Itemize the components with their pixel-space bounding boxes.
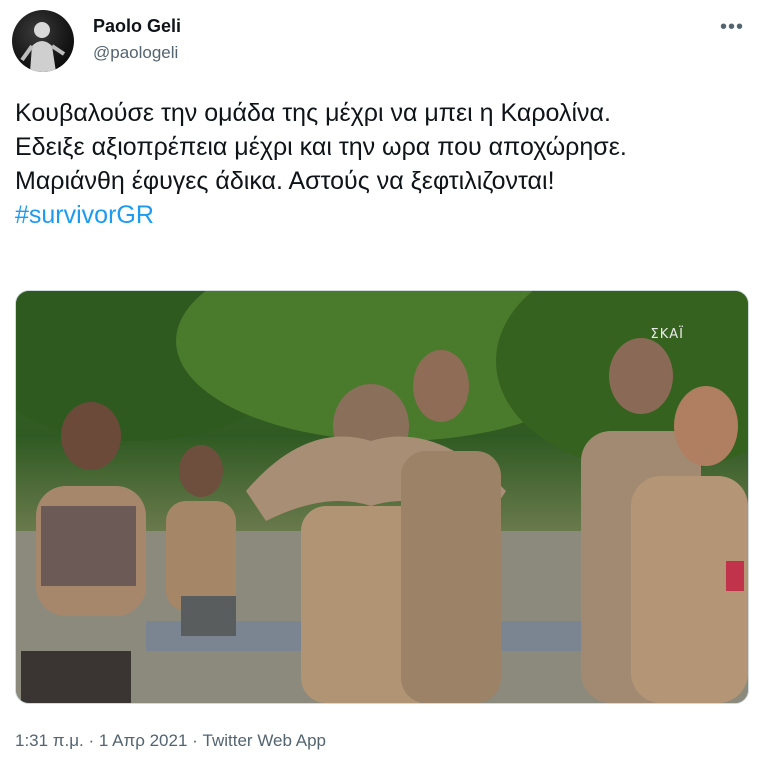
tweet-line: Κουβαλούσε την ομάδα της μέχρι να μπει η… bbox=[15, 99, 611, 127]
channel-watermark: ΣΚΑΪ bbox=[650, 327, 684, 342]
avatar-figure bbox=[20, 22, 66, 72]
meta-separator: · bbox=[187, 731, 203, 750]
tweet-line: Εδειξε αξιοπρέπεια μέχρι και την ωρα που… bbox=[15, 133, 627, 161]
author-name[interactable]: Paolo Geli bbox=[93, 16, 181, 37]
tweet-image[interactable]: ΣΚΑΪ bbox=[15, 290, 749, 704]
author-handle[interactable]: @paologeli bbox=[93, 43, 178, 63]
tweet-timestamp-time[interactable]: 1:31 π.μ. bbox=[15, 731, 84, 750]
avatar[interactable] bbox=[12, 10, 74, 72]
tweet-text: Κουβαλούσε την ομάδα της μέχρι να μπει η… bbox=[15, 96, 750, 232]
tweet-timestamp-date[interactable]: 1 Απρ 2021 bbox=[99, 731, 188, 750]
tweet-line: Μαριάνθη έφυγες άδικα. Αστούς να ξεφτιλι… bbox=[15, 167, 555, 195]
mud-scene-illustration bbox=[16, 291, 748, 703]
tweet-source[interactable]: Twitter Web App bbox=[203, 731, 326, 750]
tweet: Paolo Geli @paologeli ••• Κουβαλούσε την… bbox=[0, 0, 765, 768]
tweet-meta: 1:31 π.μ. · 1 Απρ 2021 · Twitter Web App bbox=[15, 731, 326, 751]
meta-separator: · bbox=[83, 731, 99, 750]
more-horizontal-icon: ••• bbox=[719, 15, 744, 38]
more-options-button[interactable]: ••• bbox=[717, 12, 747, 42]
hashtag-link[interactable]: #survivorGR bbox=[15, 201, 154, 229]
